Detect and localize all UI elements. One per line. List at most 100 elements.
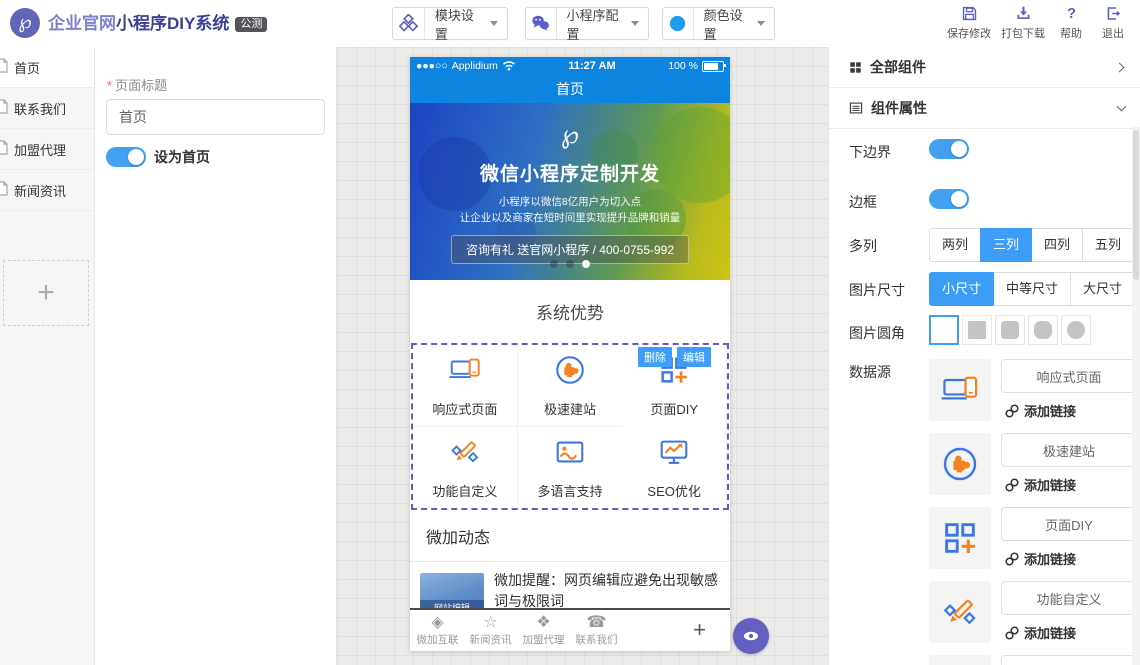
module-settings-menu-button[interactable]: 模块设置 xyxy=(392,7,508,40)
news-item[interactable]: 网站编辑 微加提醒：网页编辑应避免出现敏感词与极限词 xyxy=(410,562,730,608)
image-size-label: 图片尺寸 xyxy=(849,280,905,300)
sidebar-item-home[interactable]: 首页 xyxy=(0,47,94,88)
add-page-button[interactable]: + xyxy=(3,260,89,326)
image-size-option[interactable]: 大尺寸 xyxy=(1070,272,1135,306)
color-settings-menu-button[interactable]: 颜色设置 xyxy=(662,7,775,40)
columns-segmented-control: 两列 三列 四列 五列 xyxy=(929,228,1134,262)
page-doc-icon xyxy=(0,140,9,158)
radius-option-small-round[interactable] xyxy=(995,315,1025,345)
radius-option-large-round[interactable] xyxy=(1028,315,1058,345)
tab-label: 微加互联 xyxy=(412,632,463,647)
news-thumbnail: 网站编辑 xyxy=(420,573,484,608)
list-icon xyxy=(849,101,863,115)
app-root: ℘ 企业官网小程序DIY系统公测 模块设置 小程序配置 颜色设置 保存修改 xyxy=(0,0,1140,665)
radius-option-none-selected[interactable] xyxy=(929,315,959,345)
columns-label: 多列 xyxy=(849,236,877,256)
columns-option[interactable]: 五列 xyxy=(1082,228,1134,262)
miniprogram-config-menu-button[interactable]: 小程序配置 xyxy=(525,7,649,40)
component-properties-row[interactable]: 组件属性 xyxy=(829,88,1140,129)
radius-option-circle[interactable] xyxy=(1061,315,1091,345)
custom-func-icon xyxy=(448,435,482,474)
set-home-toggle[interactable] xyxy=(106,147,146,167)
tab-weijia[interactable]: ◈ 微加互联 xyxy=(412,614,463,647)
all-components-row[interactable]: 全部组件 xyxy=(829,47,1140,88)
radius-option-square[interactable] xyxy=(962,315,992,345)
wifi-icon xyxy=(502,60,516,72)
feature-label: 页面DIY xyxy=(650,399,698,418)
news-thumb-caption: 网站编辑 xyxy=(420,600,484,608)
columns-option[interactable]: 两列 xyxy=(929,228,981,262)
datasource-title-input[interactable] xyxy=(1001,433,1137,467)
battery-icon xyxy=(702,61,724,72)
feature-cell[interactable]: 多语言支持 xyxy=(518,427,623,509)
datasource-item: 添加链接 xyxy=(929,359,1129,421)
banner-slide[interactable]: ℘ 微信小程序定制开发 小程序以微信8亿用户为切入点 让企业以及商家在短时间里实… xyxy=(410,103,730,280)
action-label: 打包下载 xyxy=(996,25,1050,41)
agent-icon: ❖ xyxy=(518,614,569,631)
app-logo-icon: ℘ xyxy=(10,8,40,38)
add-link-button[interactable]: 添加链接 xyxy=(1005,623,1076,642)
phone-preview: ●●●○○ Applidium 11:27 AM 100 % 首页 ℘ 微信小程… xyxy=(410,57,730,651)
sidebar-item-contact[interactable]: 联系我们 xyxy=(0,88,94,129)
sidebar-item-news[interactable]: 新闻资讯 xyxy=(0,170,94,211)
news-headline: 微加提醒：网页编辑应避免出现敏感词与极限词 xyxy=(494,570,722,608)
responsive-icon xyxy=(448,353,482,392)
feature-cell[interactable]: 极速建站 xyxy=(518,345,623,427)
slide-dot-active[interactable] xyxy=(582,260,590,268)
speed-build-icon xyxy=(553,353,587,392)
border-label: 边框 xyxy=(849,192,877,212)
phone-tabbar: ◈ 微加互联 ☆ 新闻资讯 ❖ 加盟代理 ☎ 联系我们 + xyxy=(410,610,730,651)
signal-dots: ●●●○○ xyxy=(416,60,448,72)
add-link-button[interactable]: 添加链接 xyxy=(1005,475,1076,494)
datasource-title-input[interactable] xyxy=(1001,581,1137,615)
columns-option[interactable]: 四列 xyxy=(1031,228,1083,262)
image-size-option-selected[interactable]: 小尺寸 xyxy=(929,272,994,306)
help-button[interactable]: ? 帮助 xyxy=(1050,5,1092,41)
add-link-button[interactable]: 添加链接 xyxy=(1005,401,1076,420)
properties-label: 组件属性 xyxy=(871,98,1116,118)
page-title-input[interactable] xyxy=(106,99,325,135)
feature-grid-selected-component[interactable]: 删除 编辑 响应式页面 极速建站 页面DIY 功能自定义 多语言支持 xyxy=(411,343,729,510)
datasource-title-input[interactable] xyxy=(1001,507,1137,541)
exit-button[interactable]: 退出 xyxy=(1092,5,1134,41)
datasource-title-input[interactable] xyxy=(1001,359,1137,393)
preview-button[interactable] xyxy=(733,618,769,654)
svg-text:?: ? xyxy=(1067,6,1076,22)
feature-cell[interactable]: SEO优化 xyxy=(622,427,727,509)
tabbar-add-button[interactable]: + xyxy=(693,610,706,651)
feature-label: 极速建站 xyxy=(544,399,596,418)
edit-component-button[interactable]: 编辑 xyxy=(677,347,711,367)
banner-logo-icon: ℘ xyxy=(410,119,730,150)
datasource-title-input[interactable] xyxy=(1001,655,1137,665)
chevron-right-icon xyxy=(1116,62,1126,72)
columns-option-selected[interactable]: 三列 xyxy=(980,228,1032,262)
page-list-sidebar: 首页 联系我们 加盟代理 新闻资讯 + xyxy=(0,47,95,665)
slide-dot[interactable] xyxy=(566,260,574,268)
border-toggle[interactable] xyxy=(929,189,969,209)
caret-down-icon xyxy=(631,21,639,26)
feature-cell[interactable]: 响应式页面 xyxy=(413,345,518,427)
delete-component-button[interactable]: 删除 xyxy=(638,347,672,367)
datasource-label: 数据源 xyxy=(849,362,891,382)
eye-icon xyxy=(742,628,760,644)
sidebar-item-label: 首页 xyxy=(14,58,40,77)
slide-dot[interactable] xyxy=(550,260,558,268)
banner-subtext: 小程序以微信8亿用户为切入点 让企业以及商家在短时间里实现提升品牌和销量 xyxy=(410,195,730,227)
tab-agent[interactable]: ❖ 加盟代理 xyxy=(518,614,569,647)
inspector-scrollbar-thumb[interactable] xyxy=(1133,130,1139,280)
caret-down-icon xyxy=(757,21,765,26)
save-button[interactable]: 保存修改 xyxy=(942,5,996,41)
image-size-option[interactable]: 中等尺寸 xyxy=(993,272,1071,306)
help-icon: ? xyxy=(1050,5,1092,23)
sidebar-item-agent[interactable]: 加盟代理 xyxy=(0,129,94,170)
add-link-button[interactable]: 添加链接 xyxy=(1005,549,1076,568)
grid-icon xyxy=(849,61,862,74)
datasource-icon xyxy=(929,655,991,665)
tab-contact[interactable]: ☎ 联系我们 xyxy=(571,614,622,647)
tab-news[interactable]: ☆ 新闻资讯 xyxy=(465,614,516,647)
header: ℘ 企业官网小程序DIY系统公测 模块设置 小程序配置 颜色设置 保存修改 xyxy=(0,0,1140,48)
bottom-border-toggle[interactable] xyxy=(929,139,969,159)
download-icon xyxy=(996,5,1050,23)
feature-cell[interactable]: 功能自定义 xyxy=(413,427,518,509)
package-download-button[interactable]: 打包下载 xyxy=(996,5,1050,41)
